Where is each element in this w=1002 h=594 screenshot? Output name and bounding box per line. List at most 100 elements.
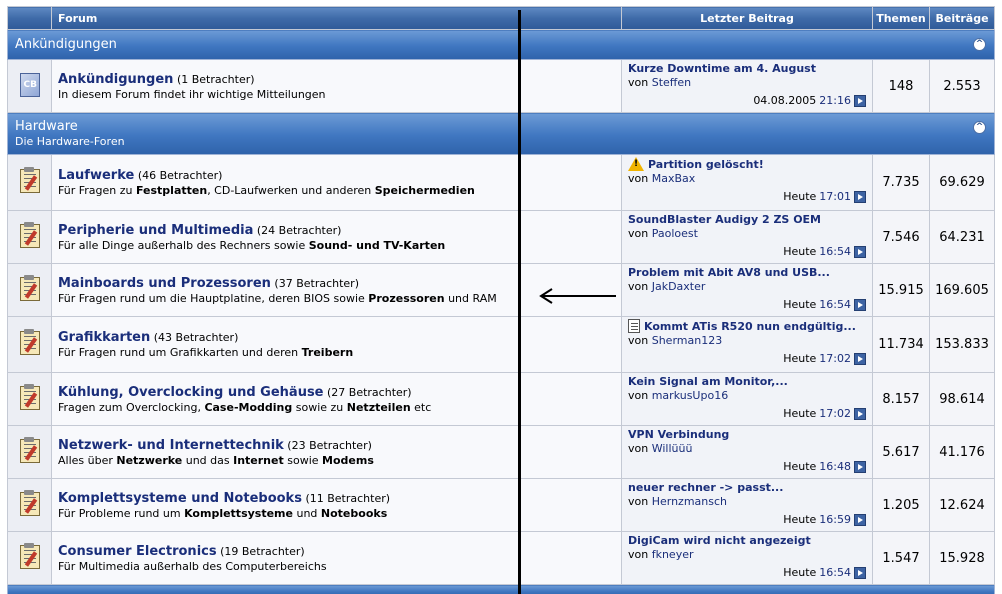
last-post-by-label: von — [628, 442, 649, 455]
last-post-time: 16:54 — [819, 566, 851, 579]
forum-icon-cell — [7, 531, 52, 585]
forum-description: Für Probleme rund um Komplettsysteme und… — [58, 506, 388, 520]
forum-description: Für Multimedia außerhalb des Computerber… — [58, 559, 327, 573]
collapse-icon[interactable]: ^ — [973, 121, 986, 134]
forum-row: Komplettsysteme und Notebooks (11 Betrac… — [7, 478, 995, 532]
goto-last-post-icon[interactable] — [854, 190, 866, 203]
last-post-cell: Kurze Downtime am 4. August von Steffen … — [621, 59, 873, 113]
last-post-user-link[interactable]: Paoloest — [652, 227, 698, 240]
forum-name-link[interactable]: Kühlung, Overclocking und Gehäuse — [58, 385, 324, 400]
goto-last-post-icon[interactable] — [854, 298, 866, 311]
header-icon-col — [7, 6, 52, 30]
last-post-by-label: von — [628, 227, 649, 240]
goto-last-post-icon[interactable] — [854, 460, 866, 473]
category-row — [7, 584, 995, 594]
forum-topics-count: 7.546 — [872, 210, 930, 264]
forum-name-link[interactable]: Laufwerke — [58, 168, 134, 183]
last-post-title-link[interactable]: neuer rechner -> passt... — [628, 481, 783, 494]
forum-icon — [16, 489, 44, 518]
forum-name-link[interactable]: Peripherie und Multimedia — [58, 223, 253, 238]
last-post-cell: Partition gelöscht! von MaxBax Heute 17:… — [621, 154, 873, 211]
goto-last-post-icon[interactable] — [854, 245, 866, 258]
last-post-title-link[interactable]: Partition gelöscht! — [648, 158, 764, 171]
last-post-user-link[interactable]: fkneyer — [652, 548, 694, 561]
last-post-by-label: von — [628, 76, 649, 89]
forum-name-link[interactable]: Mainboards und Prozessoren — [58, 276, 271, 291]
last-post-title-link[interactable]: Kommt ATis R520 nun endgültig... — [644, 320, 856, 333]
last-post-date: Heute — [783, 407, 817, 420]
table-header: Forum Letzter Beitrag Themen Beiträge — [7, 6, 995, 30]
goto-last-post-icon[interactable] — [854, 94, 866, 107]
forum-icon-cell — [7, 478, 52, 532]
forum-icon-cell: CB — [7, 59, 52, 113]
last-post-cell: Kein Signal am Monitor,... von markusUpo… — [621, 372, 873, 426]
last-post-date: Heute — [783, 352, 817, 365]
last-post-date: Heute — [783, 460, 817, 473]
annotation-arrow-icon — [539, 288, 616, 304]
last-post-title-link[interactable]: SoundBlaster Audigy 2 ZS OEM — [628, 213, 821, 226]
category-cell: Hardware Die Hardware-Foren ^ — [7, 112, 995, 155]
forum-posts-count: 169.605 — [929, 263, 995, 317]
category-cell: Ankündigungen ^ — [7, 29, 995, 60]
last-post-title-link[interactable]: Kein Signal am Monitor,... — [628, 375, 788, 388]
forum-name-link[interactable]: Komplettsysteme und Notebooks — [58, 491, 302, 506]
forum-icon-cell — [7, 154, 52, 211]
last-post-cell: SoundBlaster Audigy 2 ZS OEM von Paoloes… — [621, 210, 873, 264]
collapse-icon[interactable]: ^ — [973, 38, 986, 51]
forum-row: Mainboards und Prozessoren (37 Betrachte… — [7, 263, 995, 317]
forum-title-cell: Laufwerke (46 Betrachter) Für Fragen zu … — [51, 154, 622, 211]
last-post-user-link[interactable]: Willüüü — [652, 442, 693, 455]
forum-title-cell: Peripherie und Multimedia (24 Betrachter… — [51, 210, 622, 264]
last-post-user-link[interactable]: JakDaxter — [652, 280, 706, 293]
forum-icon-cell — [7, 425, 52, 479]
last-post-title-link[interactable]: DigiCam wird nicht angezeigt — [628, 534, 811, 547]
forum-title-cell: Ankündigungen (1 Betrachter) In diesem F… — [51, 59, 622, 113]
last-post-by-label: von — [628, 548, 649, 561]
forum-posts-count: 41.176 — [929, 425, 995, 479]
forum-description: Für alle Dinge außerhalb des Rechners so… — [58, 238, 446, 252]
last-post-user-link[interactable]: Sherman123 — [652, 334, 722, 347]
last-post-cell: neuer rechner -> passt... von Hernzmansc… — [621, 478, 873, 532]
goto-last-post-icon[interactable] — [854, 566, 866, 579]
last-post-by-label: von — [628, 334, 649, 347]
forum-title-cell: Netzwerk- und Internettechnik (23 Betrac… — [51, 425, 622, 479]
last-post-title-link[interactable]: VPN Verbindung — [628, 428, 729, 441]
forum-icon — [16, 167, 44, 195]
last-post-cell: VPN Verbindung von Willüüü Heute 16:48 — [621, 425, 873, 479]
category-description: Die Hardware-Foren — [15, 135, 125, 148]
last-post-user-link[interactable]: MaxBax — [652, 172, 696, 185]
forum-icon-cell — [7, 372, 52, 426]
forum-name-link[interactable]: Consumer Electronics — [58, 544, 217, 559]
forum-row: CB Ankündigungen (1 Betrachter) In diese… — [7, 59, 995, 113]
forum-posts-count: 69.629 — [929, 154, 995, 211]
document-icon — [628, 319, 640, 333]
last-post-time: 16:54 — [819, 298, 851, 311]
forum-title-cell: Komplettsysteme und Notebooks (11 Betrac… — [51, 478, 622, 532]
goto-last-post-icon[interactable] — [854, 352, 866, 365]
last-post-cell: DigiCam wird nicht angezeigt von fkneyer… — [621, 531, 873, 585]
forum-posts-count: 98.614 — [929, 372, 995, 426]
last-post-user-link[interactable]: markusUpo16 — [652, 389, 728, 402]
forum-row: Grafikkarten (43 Betrachter) Für Fragen … — [7, 316, 995, 373]
forum-viewers: (37 Betrachter) — [274, 276, 359, 290]
forum-viewers: (27 Betrachter) — [327, 385, 412, 399]
forum-icon — [16, 383, 44, 412]
forum-description: Für Fragen rund um die Hauptplatine, der… — [58, 291, 497, 305]
forum-posts-count: 2.553 — [929, 59, 995, 113]
last-post-title-link[interactable]: Kurze Downtime am 4. August — [628, 62, 816, 75]
forum-topics-count: 1.205 — [872, 478, 930, 532]
forum-title-cell: Consumer Electronics (19 Betrachter) Für… — [51, 531, 622, 585]
last-post-user-link[interactable]: Steffen — [652, 76, 691, 89]
forum-name-link[interactable]: Ankündigungen — [58, 72, 173, 87]
last-post-title-link[interactable]: Problem mit Abit AV8 und USB... — [628, 266, 830, 279]
goto-last-post-icon[interactable] — [854, 407, 866, 420]
category-title[interactable]: Hardware — [15, 119, 994, 134]
category-cell — [7, 584, 995, 594]
last-post-date: 04.08.2005 — [753, 94, 817, 107]
last-post-user-link[interactable]: Hernzmansch — [652, 495, 727, 508]
forum-name-link[interactable]: Netzwerk- und Internettechnik — [58, 438, 284, 453]
last-post-time: 16:54 — [819, 245, 851, 258]
forum-name-link[interactable]: Grafikkarten — [58, 330, 150, 345]
category-title[interactable]: Ankündigungen — [15, 37, 994, 52]
goto-last-post-icon[interactable] — [854, 513, 866, 526]
